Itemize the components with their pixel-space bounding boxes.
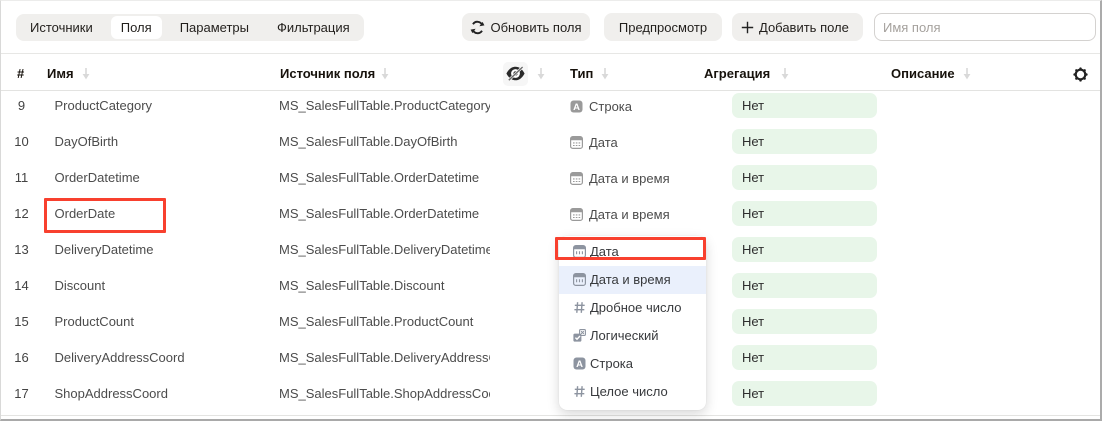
svg-text:A: A xyxy=(576,359,583,370)
svg-text:A: A xyxy=(573,101,580,112)
